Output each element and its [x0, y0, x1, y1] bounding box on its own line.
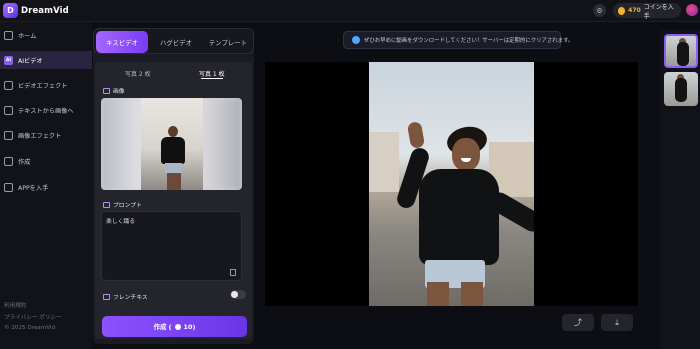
get-coins-label: コインを入手: [643, 3, 674, 20]
history-strip: [660, 30, 700, 349]
prompt-text[interactable]: 楽しく踊る: [106, 216, 135, 225]
sidebar-item-home[interactable]: ホーム: [0, 26, 92, 44]
copyright: © 2025 DreamVid: [4, 325, 55, 331]
video-effect-icon: [4, 80, 13, 90]
tab-two-photos[interactable]: 写真 2 枚: [125, 69, 151, 78]
app-root: D DreamVid ⚙ 470 コインを入手 ホーム AI AIビデオ ビデオ…: [0, 0, 700, 349]
download-notice: ぜひお早めに動画をダウンロードしてください！サーバーは定期的にクリアされます。: [343, 31, 573, 49]
sidebar: ホーム AI AIビデオ ビデオエフェクト テキストから画像へ 画像エフェクト …: [0, 22, 92, 349]
sidebar-item-image-effect[interactable]: 画像エフェクト: [0, 126, 92, 144]
mode-tabs: キスビデオ ハグビデオ テンプレート: [93, 28, 254, 54]
privacy-link[interactable]: プライバシー ポリシー: [4, 313, 62, 321]
image-icon: [103, 87, 110, 94]
french-kiss-label: フレンチキス: [103, 292, 148, 301]
ai-video-icon: AI: [4, 55, 13, 65]
info-icon: [352, 36, 360, 44]
trash-icon[interactable]: [230, 269, 236, 276]
sidebar-item-label: テキストから画像へ: [18, 107, 74, 115]
history-thumbnail[interactable]: [664, 34, 698, 68]
share-icon: ⤴: [574, 318, 582, 327]
sidebar-item-text-to-image[interactable]: テキストから画像へ: [0, 101, 92, 119]
image-effect-icon: [4, 130, 13, 140]
terms-link[interactable]: 利用規約: [4, 301, 26, 309]
create-button[interactable]: 作成 ( 10): [102, 316, 247, 337]
tab-template[interactable]: テンプレート: [202, 31, 254, 53]
sidebar-item-label: 画像エフェクト: [18, 132, 62, 140]
share-button[interactable]: ⤴: [562, 314, 594, 331]
coin-icon: [174, 323, 181, 330]
kiss-icon: [103, 293, 110, 300]
sidebar-item-label: 作成: [18, 158, 31, 166]
french-kiss-toggle[interactable]: [230, 290, 246, 299]
dreamvid-logo-icon: D: [3, 3, 18, 18]
sidebar-item-get-app[interactable]: APPを入手: [0, 178, 92, 196]
download-icon: ⤓: [615, 317, 619, 327]
preview-image: [369, 62, 534, 306]
top-bar: D DreamVid ⚙ 470 コインを入手: [0, 0, 700, 22]
tab-kiss-video[interactable]: キスビデオ: [96, 31, 148, 53]
history-thumbnail[interactable]: [664, 72, 698, 106]
uploaded-image[interactable]: [101, 98, 242, 190]
prompt-input[interactable]: 楽しく踊る: [101, 211, 242, 281]
sidebar-item-label: ビデオエフェクト: [18, 82, 68, 90]
sidebar-item-create[interactable]: 作成: [0, 152, 92, 170]
app-name: DreamVid: [21, 5, 69, 16]
sidebar-item-video-effect[interactable]: ビデオエフェクト: [0, 76, 92, 94]
help-icon[interactable]: ⚙: [593, 4, 606, 17]
text-to-image-icon: [4, 105, 13, 115]
app-icon: [4, 182, 13, 192]
credits-button[interactable]: 470 コインを入手: [613, 3, 681, 20]
avatar[interactable]: [686, 4, 698, 16]
active-tab-indicator: [201, 78, 223, 79]
image-section-label: 画像: [103, 86, 125, 95]
credit-count: 470: [628, 7, 641, 14]
create-icon: [4, 156, 13, 166]
coin-icon: [618, 6, 626, 15]
tab-one-photo[interactable]: 写真 1 枚: [199, 69, 225, 78]
logo[interactable]: D DreamVid: [3, 3, 69, 18]
tab-hug-video[interactable]: ハグビデオ: [150, 31, 202, 53]
sidebar-item-ai-video[interactable]: AI AIビデオ: [0, 51, 92, 69]
home-icon: [4, 30, 13, 40]
download-button[interactable]: ⤓: [601, 314, 633, 331]
prompt-section-label: プロンプト: [103, 200, 142, 209]
sidebar-item-label: AIビデオ: [18, 57, 43, 65]
video-preview[interactable]: [265, 62, 638, 306]
pen-icon: [103, 201, 110, 208]
sidebar-item-label: APPを入手: [18, 184, 49, 192]
sidebar-item-label: ホーム: [18, 32, 37, 40]
